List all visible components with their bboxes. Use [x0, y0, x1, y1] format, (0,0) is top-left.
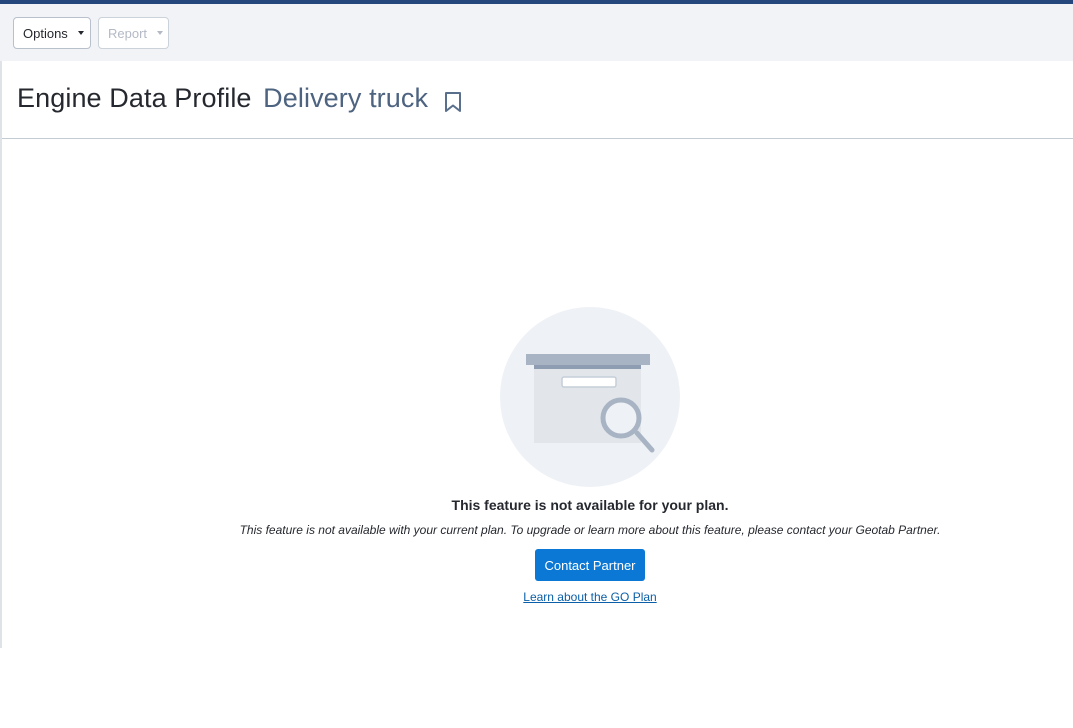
toolbar: Options Report — [0, 4, 1073, 61]
chevron-down-icon — [157, 31, 164, 35]
report-button-label: Report — [108, 25, 148, 41]
options-button[interactable]: Options — [13, 17, 91, 49]
page-title: Engine Data Profile Delivery truck — [17, 83, 428, 114]
empty-state-message: This feature is not available with your … — [239, 523, 941, 537]
contact-partner-button[interactable]: Contact Partner — [535, 549, 645, 581]
bookmark-icon[interactable] — [443, 91, 463, 113]
options-button-label: Options — [23, 25, 68, 41]
archive-box-magnifier-icon — [500, 307, 680, 487]
page-header: Engine Data Profile Delivery truck — [2, 61, 1073, 139]
left-edge-divider — [0, 61, 2, 648]
page-title-main: Engine Data Profile — [17, 83, 252, 113]
learn-go-plan-link[interactable]: Learn about the GO Plan — [0, 590, 1073, 604]
chevron-down-icon — [77, 31, 84, 35]
page-title-subtitle: Delivery truck — [263, 83, 429, 113]
empty-state-title: This feature is not available for your p… — [451, 497, 729, 513]
report-button[interactable]: Report — [98, 17, 169, 49]
